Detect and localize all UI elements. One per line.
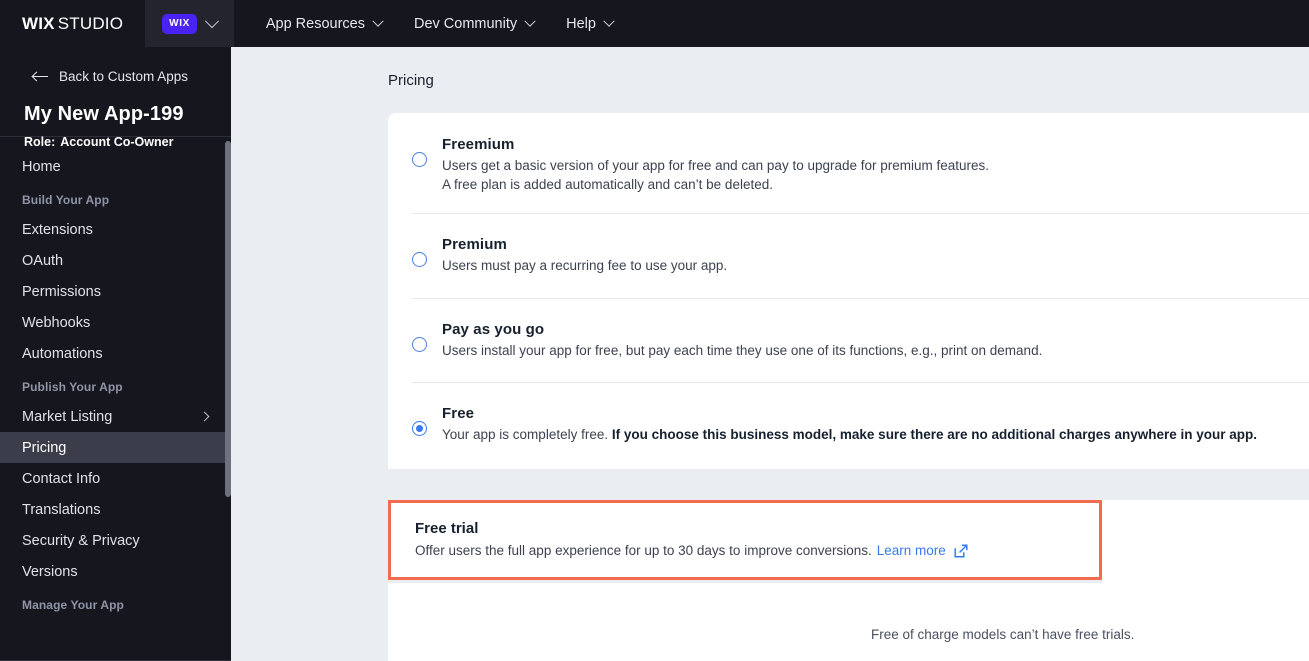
- no-free-trials-note: Free of charge models can’t have free tr…: [871, 627, 1135, 642]
- sidebar-group-publish-your-app: Publish Your App: [22, 380, 123, 394]
- learn-more-link[interactable]: Learn more: [877, 543, 946, 558]
- sidebar-item-pricing[interactable]: Pricing: [0, 432, 231, 463]
- nav-app-resources[interactable]: App Resources: [250, 0, 398, 47]
- wix-studio-logo[interactable]: WIX STUDIO: [0, 0, 145, 47]
- option-title: Free: [442, 405, 475, 422]
- external-link-icon[interactable]: [954, 544, 968, 558]
- radio-freemium[interactable]: [412, 152, 427, 167]
- sidebar-item-market-listing[interactable]: Market Listing: [0, 401, 231, 432]
- sidebar-item-contact-info[interactable]: Contact Info: [0, 463, 231, 494]
- business-model-option-freemium[interactable]: Freemium Users get a basic version of yo…: [388, 113, 1309, 213]
- app-root: WIX STUDIO WIX App Resources Dev Communi…: [0, 0, 1309, 661]
- option-body: Premium Users must pay a recurring fee t…: [442, 236, 1285, 276]
- nav-dev-community-label: Dev Community: [413, 15, 518, 32]
- option-description-bold: If you choose this business model, make …: [611, 427, 1258, 442]
- chevron-down-icon: [603, 15, 615, 27]
- chevron-down-icon: [372, 15, 384, 27]
- sidebar-item-label: Market Listing: [22, 408, 113, 425]
- free-trial-title: Free trial: [415, 520, 479, 537]
- sidebar-item-label: Automations: [22, 345, 103, 362]
- nav-app-resources-label: App Resources: [265, 15, 365, 32]
- sidebar-item-label: Extensions: [22, 221, 93, 238]
- top-navigation-bar: WIX STUDIO WIX App Resources Dev Communi…: [0, 0, 1309, 47]
- sidebar-item-permissions[interactable]: Permissions: [0, 276, 231, 307]
- role-value: Account Co-Owner: [60, 135, 174, 149]
- option-body: Freemium Users get a basic version of yo…: [442, 136, 1285, 194]
- wix-badge: WIX: [162, 13, 197, 34]
- arrow-left-icon: [33, 72, 48, 82]
- sidebar-item-translations[interactable]: Translations: [0, 494, 231, 525]
- nav-help[interactable]: Help: [550, 0, 629, 47]
- radio-premium[interactable]: [412, 252, 427, 267]
- nav-help-label: Help: [566, 15, 596, 32]
- sidebar-group-build-your-app: Build Your App: [22, 193, 110, 207]
- option-body: Free Your app is completely free. If you…: [442, 405, 1285, 445]
- business-model-option-free[interactable]: Free Your app is completely free. If you…: [388, 383, 1309, 467]
- sidebar-item-extensions[interactable]: Extensions: [0, 214, 231, 245]
- sidebar-item-label: Permissions: [22, 283, 101, 300]
- sidebar-item-webhooks[interactable]: Webhooks: [0, 307, 231, 338]
- option-title: Pay as you go: [442, 320, 545, 338]
- radio-pay-as-you-go[interactable]: [412, 336, 427, 352]
- option-description-line1: Users get a basic version of your app fo…: [442, 158, 990, 173]
- free-trial-bottom-panel: [388, 583, 1309, 661]
- option-body: Pay as you go Users install your app for…: [442, 321, 1285, 361]
- sidebar-item-label: Pricing: [22, 439, 67, 456]
- sidebar-item-security-privacy[interactable]: Security & Privacy: [0, 525, 231, 556]
- sidebar-item-oauth[interactable]: OAuth: [0, 245, 231, 276]
- option-title: Premium: [442, 236, 507, 253]
- business-model-option-pay-as-you-go[interactable]: Pay as you go Users install your app for…: [388, 299, 1309, 383]
- sidebar: Back to Custom Apps My New App-199 Role:…: [0, 47, 231, 661]
- app-name: My New App-199: [24, 103, 184, 125]
- sidebar-item-label: OAuth: [22, 252, 64, 269]
- option-description: Your app is completely free. If you choo…: [442, 426, 1285, 445]
- page-title: Pricing: [388, 71, 434, 89]
- option-description-plain: Your app is completely free.: [442, 427, 612, 442]
- sidebar-menu: Home Build Your App Extensions OAuth Per…: [0, 137, 231, 619]
- free-trial-description: Offer users the full app experience for …: [415, 543, 872, 558]
- chevron-down-icon: [524, 15, 536, 27]
- option-description-line2: A free plan is added automatically and c…: [442, 176, 773, 192]
- card-gap-strip: [388, 469, 1309, 500]
- back-to-custom-apps-button[interactable]: Back to Custom Apps: [33, 69, 207, 84]
- chevron-down-icon: [204, 13, 219, 28]
- free-trial-content: Free trial Offer users the full app expe…: [391, 503, 1099, 558]
- radio-free[interactable]: [412, 421, 427, 436]
- sidebar-item-automations[interactable]: Automations: [0, 338, 231, 369]
- top-nav-items: App Resources Dev Community Help: [234, 0, 629, 47]
- sidebar-item-label: Webhooks: [22, 314, 91, 331]
- option-description-line1: Users must pay a recurring fee to use yo…: [442, 258, 728, 273]
- sidebar-item-label: Translations: [22, 501, 101, 518]
- role-label: Role:: [24, 135, 56, 149]
- free-trial-description-row: Offer users the full app experience for …: [415, 543, 1099, 558]
- sidebar-item-label: Home: [22, 158, 61, 175]
- free-trial-right-panel: [1102, 500, 1309, 583]
- sidebar-header: Back to Custom Apps My New App-199 Role:…: [0, 47, 231, 149]
- free-trial-card[interactable]: Free trial Offer users the full app expe…: [388, 500, 1102, 580]
- sidebar-item-home[interactable]: Home: [0, 151, 231, 182]
- option-title: Freemium: [442, 136, 515, 153]
- brand-wix: WIX: [22, 13, 55, 33]
- option-description-line1: Users install your app for free, but pay…: [442, 342, 1043, 358]
- sidebar-group-manage-your-app: Manage Your App: [22, 598, 124, 612]
- chevron-right-icon: [199, 411, 210, 422]
- business-model-card: Freemium Users get a basic version of yo…: [388, 113, 1309, 516]
- sidebar-item-label: Contact Info: [22, 470, 101, 487]
- nav-dev-community[interactable]: Dev Community: [398, 0, 550, 47]
- back-label: Back to Custom Apps: [59, 69, 189, 84]
- sidebar-item-versions[interactable]: Versions: [0, 556, 231, 587]
- content-header: Pricing: [231, 47, 1309, 113]
- account-switcher[interactable]: WIX: [145, 0, 234, 47]
- brand-studio: STUDIO: [57, 13, 124, 33]
- business-model-option-premium[interactable]: Premium Users must pay a recurring fee t…: [388, 214, 1309, 298]
- sidebar-item-label: Security & Privacy: [22, 532, 140, 549]
- sidebar-item-label: Versions: [22, 563, 78, 580]
